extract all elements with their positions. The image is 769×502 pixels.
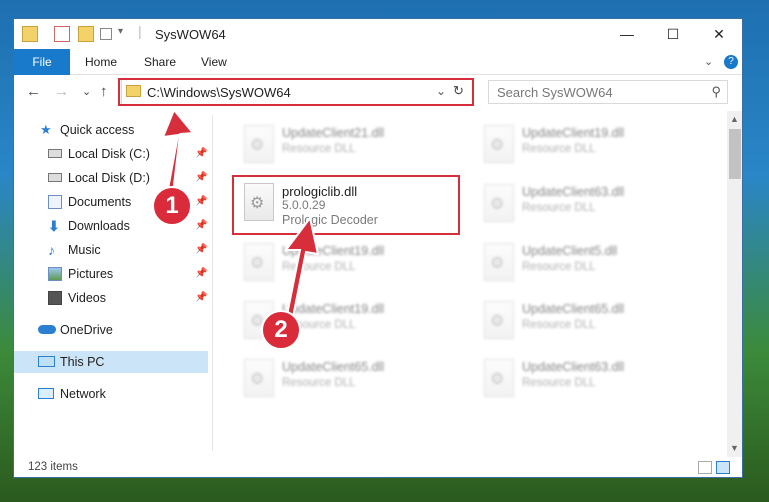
- step-1-badge: 1: [152, 186, 192, 226]
- step-2-badge: 2: [261, 310, 301, 350]
- annotation-arrows: [161, 108, 320, 324]
- arrow-to-file: [284, 215, 320, 324]
